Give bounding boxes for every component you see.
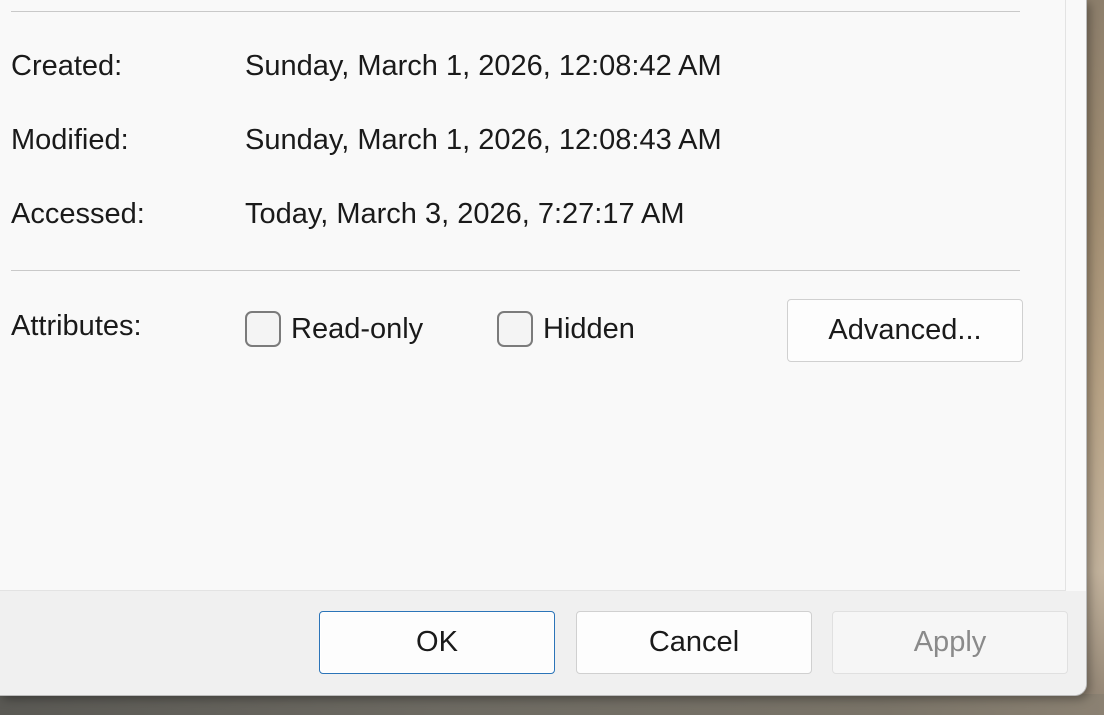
created-label: Created: xyxy=(11,50,123,82)
read-only-checkbox-box[interactable] xyxy=(245,311,281,347)
accessed-value: Today, March 3, 2026, 7:27:17 AM xyxy=(245,198,685,230)
advanced-button[interactable]: Advanced... xyxy=(787,299,1023,362)
modified-label: Modified: xyxy=(11,124,129,156)
hidden-checkbox-box[interactable] xyxy=(497,311,533,347)
separator-middle xyxy=(11,270,1020,271)
cancel-button[interactable]: Cancel xyxy=(576,611,812,674)
read-only-label[interactable]: Read-only xyxy=(291,313,423,346)
modified-value: Sunday, March 1, 2026, 12:08:43 AM xyxy=(245,124,722,156)
hidden-checkbox[interactable]: Hidden xyxy=(497,311,635,347)
dialog-footer: OK Cancel Apply xyxy=(0,591,1086,695)
created-value: Sunday, March 1, 2026, 12:08:42 AM xyxy=(245,50,722,82)
ok-button[interactable]: OK xyxy=(319,611,555,674)
accessed-label: Accessed: xyxy=(11,198,145,230)
separator-top xyxy=(11,11,1020,12)
attributes-label: Attributes: xyxy=(11,310,142,342)
desktop-wallpaper-bottom xyxy=(0,694,1104,715)
properties-dialog: Created: Sunday, March 1, 2026, 12:08:42… xyxy=(0,0,1087,696)
general-tab-panel: Created: Sunday, March 1, 2026, 12:08:42… xyxy=(0,0,1066,591)
hidden-label[interactable]: Hidden xyxy=(543,313,635,346)
apply-button[interactable]: Apply xyxy=(832,611,1068,674)
read-only-checkbox[interactable]: Read-only xyxy=(245,311,423,347)
